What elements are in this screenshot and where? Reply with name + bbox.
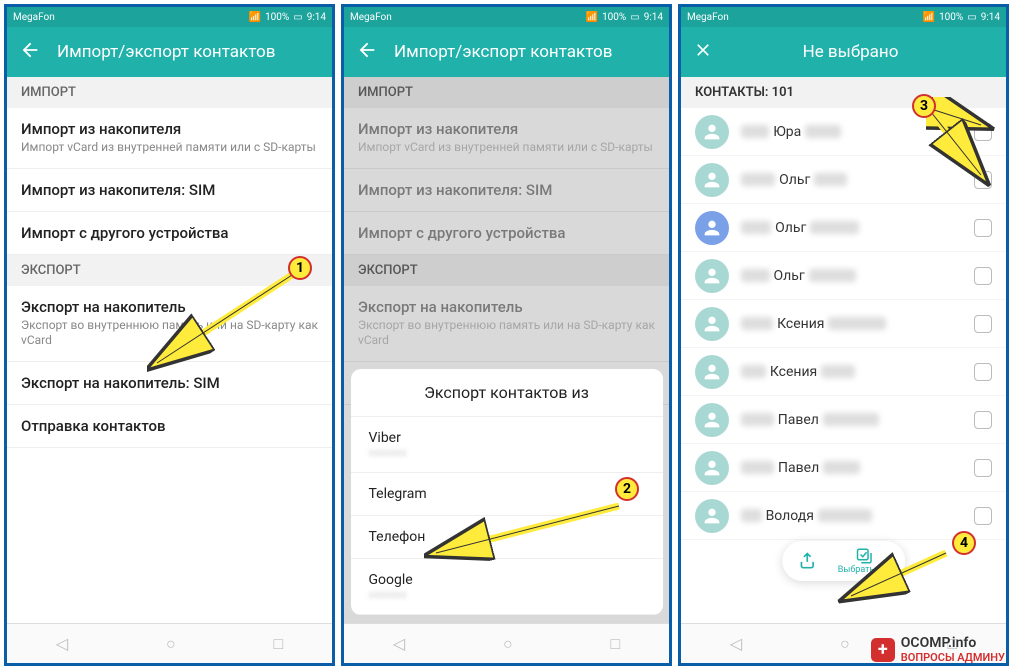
content-area: ИМПОРТ Импорт из накопителя Импорт vCard… bbox=[344, 77, 669, 623]
contact-checkbox[interactable] bbox=[974, 171, 992, 189]
avatar-icon bbox=[695, 355, 729, 389]
phone-screen-1: MegaFon 📶 100% ▭ 9:14 Импорт/экспорт кон… bbox=[4, 4, 335, 666]
battery-text: 100% bbox=[265, 12, 289, 23]
content-area: ИМПОРТ Импорт из накопителя Импорт vCard… bbox=[7, 77, 332, 623]
contact-checkbox[interactable] bbox=[974, 363, 992, 381]
plus-icon: + bbox=[871, 638, 895, 662]
contact-row[interactable]: Ксения bbox=[681, 348, 1006, 396]
select-all-button[interactable]: Выбрать все bbox=[838, 547, 891, 575]
item-export-storage[interactable]: Экспорт на накопитель Экспорт во внутрен… bbox=[7, 286, 332, 362]
avatar-icon bbox=[695, 163, 729, 197]
avatar-icon bbox=[695, 211, 729, 245]
avatar-icon bbox=[695, 499, 729, 533]
nav-bar: ◁ ○ □ bbox=[344, 623, 669, 663]
app-header: Не выбрано bbox=[681, 27, 1006, 77]
back-arrow-icon[interactable] bbox=[356, 39, 380, 66]
app-header: Импорт/экспорт контактов bbox=[7, 27, 332, 77]
battery-icon: ▭ bbox=[293, 12, 302, 23]
clock-text: 9:14 bbox=[307, 12, 326, 23]
item-send-contacts[interactable]: Отправка контактов bbox=[7, 405, 332, 448]
avatar-icon bbox=[695, 115, 729, 149]
item-import-other[interactable]: Импорт с другого устройства bbox=[7, 212, 332, 255]
nav-home-icon[interactable]: ○ bbox=[166, 634, 176, 654]
contact-name-label: Ольг bbox=[741, 268, 974, 284]
back-arrow-icon[interactable] bbox=[19, 39, 43, 66]
status-bar: MegaFon 📶 100% ▭ 9:14 bbox=[344, 7, 669, 27]
phone-screen-2: MegaFon 📶 100% ▭ 9:14 Импорт/экспорт кон… bbox=[341, 4, 672, 666]
nav-home-icon[interactable]: ○ bbox=[840, 634, 850, 654]
dialog-option-google[interactable]: Googlexxxxxxx bbox=[351, 559, 663, 615]
contact-row[interactable]: Ксения bbox=[681, 300, 1006, 348]
avatar-icon bbox=[695, 403, 729, 437]
contact-checkbox[interactable] bbox=[974, 123, 992, 141]
contact-checkbox[interactable] bbox=[974, 459, 992, 477]
contact-row[interactable]: Павел bbox=[681, 444, 1006, 492]
bottom-actions: Выбрать все bbox=[782, 541, 905, 581]
contact-row[interactable]: Володя bbox=[681, 492, 1006, 540]
contact-row[interactable]: Павел bbox=[681, 396, 1006, 444]
contact-checkbox[interactable] bbox=[974, 315, 992, 333]
header-title: Импорт/экспорт контактов bbox=[57, 42, 320, 62]
signal-icon: 📶 bbox=[923, 12, 935, 23]
nav-recent-icon[interactable]: □ bbox=[610, 634, 620, 654]
dialog-option-viber[interactable]: Viberxxxxxxx bbox=[351, 417, 663, 473]
contact-row[interactable]: Ольг bbox=[681, 204, 1006, 252]
contact-name-label: Павел bbox=[741, 460, 974, 476]
avatar-icon bbox=[695, 259, 729, 293]
contact-name-label: Юра bbox=[741, 124, 974, 140]
nav-home-icon[interactable]: ○ bbox=[503, 634, 513, 654]
nav-back-icon[interactable]: ◁ bbox=[730, 634, 742, 653]
item-export-sim[interactable]: Экспорт на накопитель: SIM bbox=[7, 362, 332, 405]
contact-checkbox[interactable] bbox=[974, 219, 992, 237]
export-dialog: Экспорт контактов из Viberxxxxxxx Telegr… bbox=[351, 369, 663, 615]
contact-name-label: Ольг bbox=[741, 172, 974, 188]
battery-icon: ▭ bbox=[967, 12, 976, 23]
nav-recent-icon[interactable]: □ bbox=[273, 634, 283, 654]
nav-back-icon[interactable]: ◁ bbox=[393, 634, 405, 653]
item-import-sim[interactable]: Импорт из накопителя: SIM bbox=[7, 169, 332, 212]
contact-checkbox[interactable] bbox=[974, 411, 992, 429]
signal-icon: 📶 bbox=[249, 12, 261, 23]
section-import: ИМПОРТ bbox=[7, 77, 332, 108]
contact-checkbox[interactable] bbox=[974, 267, 992, 285]
status-bar: MegaFon 📶 100% ▭ 9:14 bbox=[681, 7, 1006, 27]
contact-name-label: Ксения bbox=[741, 316, 974, 332]
contacts-count-label: КОНТАКТЫ: 101 bbox=[681, 77, 1006, 108]
section-export: ЭКСПОРТ bbox=[7, 255, 332, 286]
contact-checkbox[interactable] bbox=[974, 507, 992, 525]
content-area: КОНТАКТЫ: 101 Юра Ольг Ольг Ольг Ксения Ксени… bbox=[681, 77, 1006, 623]
share-icon[interactable] bbox=[796, 550, 818, 572]
item-import-storage[interactable]: Импорт из накопителя Импорт vCard из вну… bbox=[7, 108, 332, 169]
status-bar: MegaFon 📶 100% ▭ 9:14 bbox=[7, 7, 332, 27]
nav-bar: ◁ ○ □ bbox=[7, 623, 332, 663]
header-title: Не выбрано bbox=[731, 42, 970, 62]
avatar-icon bbox=[695, 451, 729, 485]
watermark: + OCOMP.info ВОПРОСЫ АДМИНУ bbox=[871, 635, 1005, 664]
contact-name-label: Володя bbox=[741, 508, 974, 524]
dialog-backdrop[interactable]: Экспорт контактов из Viberxxxxxxx Telegr… bbox=[344, 77, 669, 623]
close-icon[interactable] bbox=[693, 40, 717, 65]
dialog-option-telegram[interactable]: Telegram bbox=[351, 473, 663, 516]
avatar-icon bbox=[695, 307, 729, 341]
carrier-label: MegaFon bbox=[13, 12, 249, 23]
contact-list: Юра Ольг Ольг Ольг Ксения Ксения Павел Павел Вол… bbox=[681, 108, 1006, 540]
contact-row[interactable]: Ольг bbox=[681, 252, 1006, 300]
app-header: Импорт/экспорт контактов bbox=[344, 27, 669, 77]
phone-screen-3: MegaFon 📶 100% ▭ 9:14 Не выбрано КОНТАКТ… bbox=[678, 4, 1009, 666]
contact-row[interactable]: Ольг bbox=[681, 156, 1006, 204]
battery-icon: ▭ bbox=[630, 12, 639, 23]
nav-back-icon[interactable]: ◁ bbox=[56, 634, 68, 653]
dialog-option-phone[interactable]: Телефон bbox=[351, 516, 663, 559]
dialog-title: Экспорт контактов из bbox=[351, 369, 663, 417]
contact-name-label: Павел bbox=[741, 412, 974, 428]
contact-row[interactable]: Юра bbox=[681, 108, 1006, 156]
contact-name-label: Ольг bbox=[741, 220, 974, 236]
contact-name-label: Ксения bbox=[741, 364, 974, 380]
signal-icon: 📶 bbox=[586, 12, 598, 23]
